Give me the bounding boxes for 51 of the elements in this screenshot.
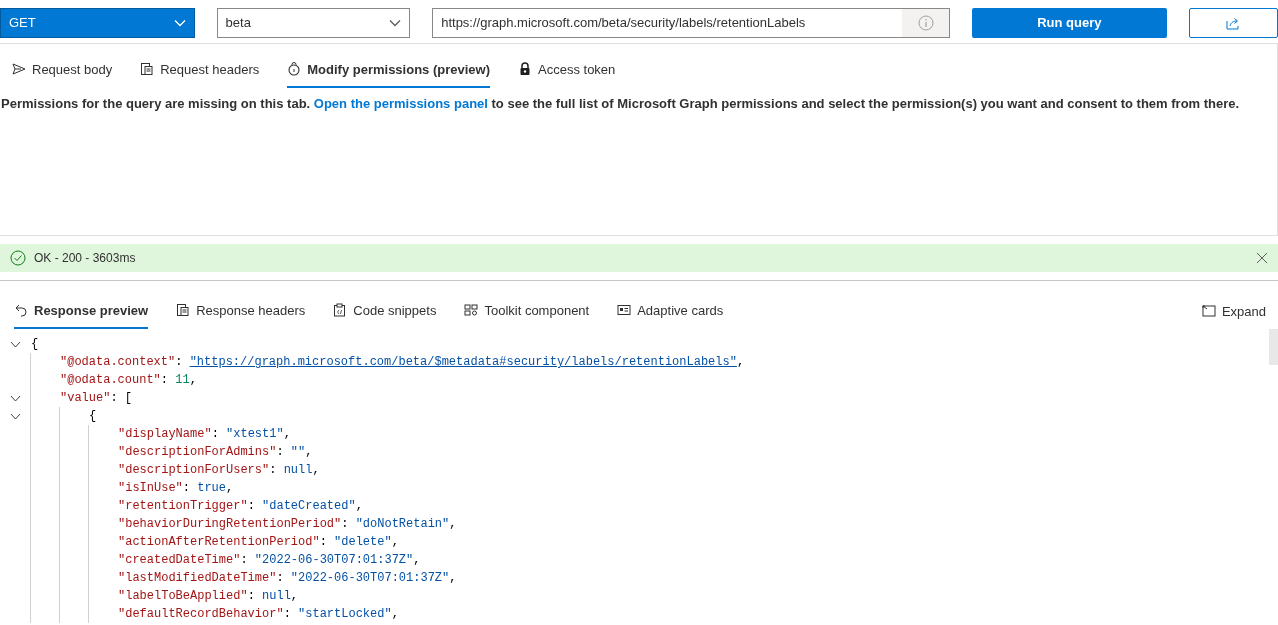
- permissions-message: Permissions for the query are missing on this tab. Open the permissions panel to see the full list of Microsoft Graph permissions and select the permission(s) you want and consent to them from there.: [0, 96, 1241, 111]
- code-line: "createdDateTime": "2022-06-30T07:01:37Z",: [117, 552, 421, 569]
- request-tab[interactable]: Request body: [12, 52, 113, 88]
- chevron-down-icon: [9, 394, 21, 402]
- share-button[interactable]: [1188, 7, 1278, 38]
- code-line: {: [30, 336, 39, 353]
- chevron-down-icon: [173, 18, 186, 27]
- run-query-button[interactable]: Run query: [972, 7, 1167, 38]
- code-line: "descriptionForAdmins": "",: [117, 444, 313, 461]
- response-tab[interactable]: Code snippets: [333, 293, 437, 329]
- code-line: "lastModifiedDateTime": "2022-06-30T07:01:37Z",: [117, 570, 457, 587]
- request-tab[interactable]: Modify permissions (preview): [287, 52, 490, 88]
- code-line: "actionAfterRetentionPeriod": "delete",: [117, 534, 399, 551]
- response-tab[interactable]: Response headers: [176, 293, 306, 329]
- code-line: "displayName": "xtest1",: [117, 426, 291, 443]
- code-line: "isInUse": true,: [117, 480, 234, 497]
- status-text: OK - 200 - 3603ms: [34, 251, 137, 265]
- chevron-down-icon: [389, 18, 402, 27]
- card-icon: [617, 303, 632, 317]
- code-line: "@odata.context": "https://graph.microsoft.com/beta/$metadata#security/labels/retentionLabels",: [59, 354, 745, 371]
- response-tab[interactable]: Toolkit component: [464, 293, 590, 329]
- undo-icon: [14, 303, 28, 317]
- expand-icon: [1201, 305, 1216, 317]
- code-line: {: [88, 408, 97, 425]
- chevron-down-icon: [9, 412, 21, 420]
- code-line: "value": [: [59, 390, 133, 407]
- lock-icon: [518, 62, 532, 76]
- request-tab[interactable]: Request headers: [140, 52, 260, 88]
- close-icon: [1256, 252, 1268, 264]
- response-tab[interactable]: Adaptive cards: [617, 293, 724, 329]
- request-tab[interactable]: Access token: [518, 52, 616, 88]
- permissions-panel-link[interactable]: Open the permissions panel: [313, 96, 488, 111]
- method-dropdown[interactable]: GET: [0, 7, 195, 38]
- lock-icon: [287, 62, 302, 76]
- send-icon: [12, 62, 26, 76]
- code-line: "behaviorDuringRetentionPeriod": "doNotRetain",: [117, 516, 457, 533]
- code-line: "descriptionForUsers": null,: [117, 462, 320, 479]
- expand-button[interactable]: Expand: [1201, 293, 1266, 329]
- version-dropdown[interactable]: beta: [216, 7, 411, 38]
- clipboard-icon: [333, 303, 348, 317]
- chevron-down-icon: [9, 340, 21, 348]
- code-line: "@odata.count": 11,: [59, 372, 197, 389]
- document-icon: [140, 62, 155, 76]
- response-tab[interactable]: Response preview: [14, 293, 149, 329]
- code-line: "labelToBeApplied": null,: [117, 588, 299, 605]
- code-line: "defaultRecordBehavior": "startLocked",: [117, 606, 399, 623]
- share-icon: [1225, 15, 1242, 30]
- toolkit-icon: [464, 303, 479, 317]
- success-icon: [10, 250, 26, 266]
- code-line: "retentionTrigger": "dateCreated",: [117, 498, 363, 515]
- document-icon: [176, 303, 191, 317]
